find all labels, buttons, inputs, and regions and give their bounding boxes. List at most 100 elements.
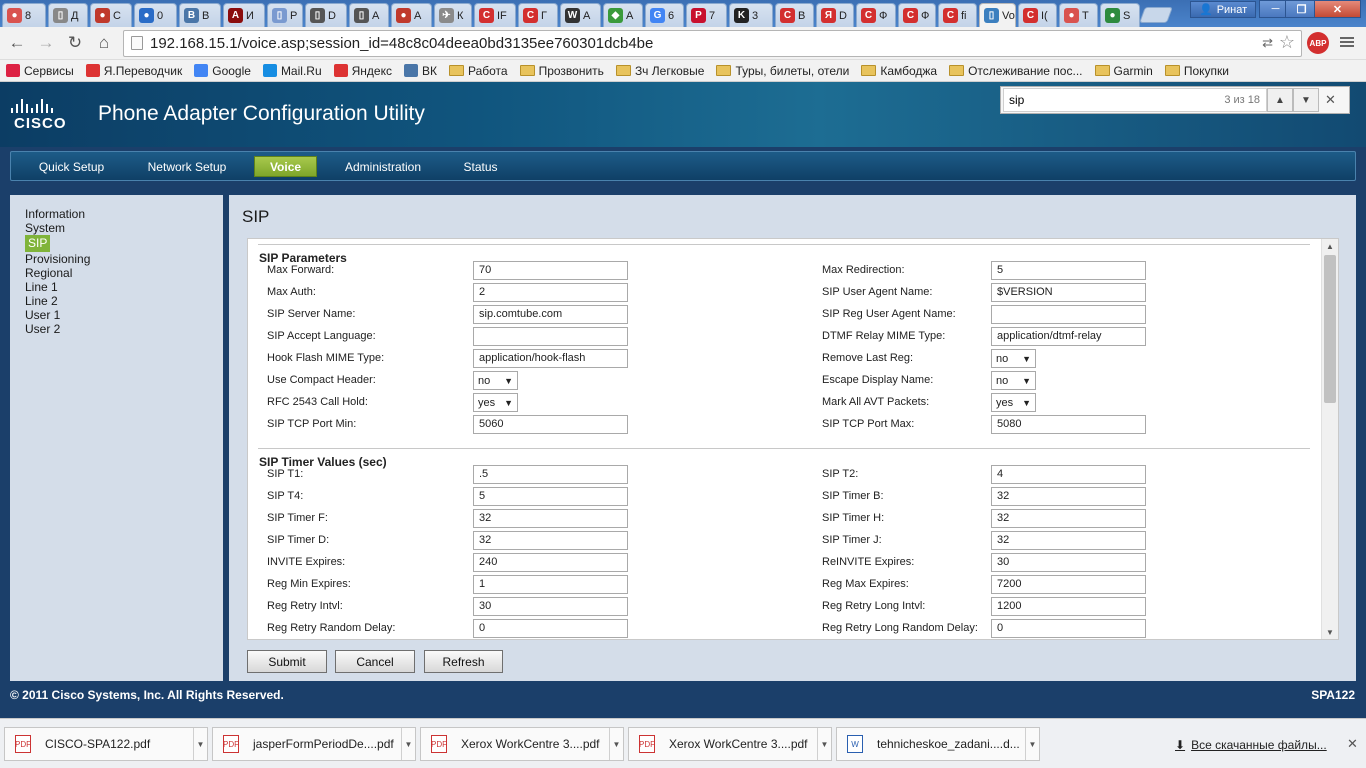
bookmark-item[interactable]: Покупки [1164, 64, 1229, 78]
download-item[interactable]: PDF Xerox WorkCentre 3....pdf ▼ [628, 727, 832, 761]
close-window-button[interactable]: ✕ [1314, 0, 1361, 18]
translate-icon[interactable]: ⇄ [1262, 35, 1273, 51]
chevron-down-icon[interactable]: ▼ [1025, 728, 1039, 760]
field-input[interactable]: 2 [473, 283, 628, 302]
bookmark-item[interactable]: Mail.Ru [262, 64, 322, 78]
browser-tab[interactable]: ▯ Р [267, 3, 303, 27]
chevron-down-icon[interactable]: ▼ [609, 728, 623, 760]
scroll-thumb[interactable] [1324, 255, 1336, 403]
nav-network-setup[interactable]: Network Setup [139, 156, 235, 177]
field-input[interactable]: application/dtmf-relay [991, 327, 1146, 346]
browser-tab[interactable]: ✈ К [434, 3, 472, 27]
field-input[interactable]: 32 [991, 509, 1146, 528]
nav-quick-setup[interactable]: Quick Setup [29, 156, 114, 177]
bookmark-item[interactable]: ВК [403, 64, 437, 78]
forward-arrow-icon[interactable]: → [34, 32, 58, 54]
field-input[interactable]: 32 [991, 487, 1146, 506]
field-input[interactable]: 4 [991, 465, 1146, 484]
field-select[interactable]: yes ▼ [991, 393, 1036, 412]
sidebar-item-line-2[interactable]: Line 2 [25, 294, 223, 308]
field-input[interactable]: application/hook-flash [473, 349, 628, 368]
browser-tab[interactable]: ▯Vo✕ [979, 3, 1016, 27]
sidebar-item-system[interactable]: System [25, 221, 223, 235]
field-input[interactable]: 30 [473, 597, 628, 616]
bookmark-item[interactable]: Я.Переводчик [85, 64, 182, 78]
sidebar-item-sip[interactable]: SIP [25, 235, 51, 252]
scroll-up-icon[interactable]: ▲ [1322, 239, 1338, 253]
field-input[interactable] [991, 305, 1146, 324]
browser-tab[interactable]: ● S [1100, 3, 1140, 27]
sidebar-item-line-1[interactable]: Line 1 [25, 280, 223, 294]
browser-tab[interactable]: ◆ А [603, 3, 643, 27]
new-tab-button[interactable] [1139, 7, 1173, 23]
browser-tab[interactable]: ▯ D [305, 3, 347, 27]
browser-tab[interactable]: BВ [179, 3, 221, 27]
nav-administration[interactable]: Administration [335, 156, 431, 177]
field-input[interactable]: 0 [473, 619, 628, 638]
close-icon[interactable]: ✕ [1347, 736, 1358, 752]
field-select[interactable]: yes ▼ [473, 393, 518, 412]
field-input[interactable]: .5 [473, 465, 628, 484]
sidebar-item-user-2[interactable]: User 2 [25, 322, 223, 336]
browser-tab[interactable]: ● 8 [2, 3, 46, 27]
bookmark-item[interactable]: Работа [448, 64, 508, 78]
browser-tab[interactable]: ● С [90, 3, 132, 27]
bookmark-item[interactable]: Google [194, 64, 251, 78]
field-input[interactable]: 5060 [473, 415, 628, 434]
field-input[interactable] [473, 327, 628, 346]
adblock-icon[interactable]: ABP [1307, 32, 1329, 54]
download-item[interactable]: PDF Xerox WorkCentre 3....pdf ▼ [420, 727, 624, 761]
profile-badge[interactable]: 👤 Ринат [1190, 1, 1257, 18]
nav-voice[interactable]: Voice [254, 156, 317, 177]
submit-button[interactable]: Submit [247, 650, 327, 673]
bookmark-item[interactable]: Прозвонить [519, 64, 604, 78]
bookmark-item[interactable]: Яндекс [333, 64, 392, 78]
sidebar-item-user-1[interactable]: User 1 [25, 308, 223, 322]
browser-tab[interactable]: WА [560, 3, 601, 27]
field-input[interactable]: 70 [473, 261, 628, 280]
field-input[interactable]: 5 [473, 487, 628, 506]
field-input[interactable]: 30 [991, 553, 1146, 572]
field-select[interactable]: no ▼ [991, 349, 1036, 368]
browser-tab[interactable]: P7 [686, 3, 727, 27]
field-input[interactable]: 32 [473, 509, 628, 528]
home-icon[interactable]: ⌂ [92, 32, 116, 54]
download-item[interactable]: PDF CISCO-SPA122.pdf ▼ [4, 727, 208, 761]
download-item[interactable]: Wtehnicheskoe_zadani....d... ▼ [836, 727, 1040, 761]
scrollbar[interactable]: ▲ ▼ [1321, 239, 1338, 639]
field-input[interactable]: 32 [473, 531, 628, 550]
sidebar-item-information[interactable]: Information [25, 207, 223, 221]
bookmark-item[interactable]: Зч Легковые [615, 64, 704, 78]
browser-tab[interactable]: AИ [223, 3, 265, 27]
bookmark-star-icon[interactable]: ☆ [1279, 32, 1295, 53]
browser-tab[interactable]: ▯ А [349, 3, 389, 27]
browser-tab[interactable]: ● А [391, 3, 432, 27]
sidebar-item-provisioning[interactable]: Provisioning [25, 252, 223, 266]
chevron-down-icon[interactable]: ▼ [193, 728, 207, 760]
browser-tab[interactable]: G6 [645, 3, 684, 27]
find-previous-button[interactable]: ▲ [1267, 88, 1293, 112]
browser-tab[interactable]: CГ [518, 3, 558, 27]
browser-tab[interactable]: ● 0 [134, 3, 177, 27]
browser-tab[interactable]: Cfi [938, 3, 977, 27]
refresh-button[interactable]: Refresh [424, 650, 503, 673]
show-all-downloads-link[interactable]: ⬇ Все скачанные файлы... [1175, 738, 1327, 752]
browser-tab[interactable]: CФ [856, 3, 896, 27]
bookmark-item[interactable]: Туры, билеты, отели [716, 64, 849, 78]
bookmark-item[interactable]: Сервисы [6, 64, 74, 78]
find-next-button[interactable]: ▼ [1293, 88, 1319, 112]
chevron-down-icon[interactable]: ▼ [401, 728, 415, 760]
browser-tab[interactable]: CФ [898, 3, 936, 27]
field-input[interactable]: 1 [473, 575, 628, 594]
browser-tab[interactable]: C IF [474, 3, 516, 27]
browser-tab[interactable]: C I( [1018, 3, 1057, 27]
find-input[interactable]: sip 3 из 18 [1003, 88, 1267, 112]
field-input[interactable]: 0 [991, 619, 1146, 638]
bookmark-item[interactable]: Garmin [1094, 64, 1153, 78]
bookmark-item[interactable]: Отслеживание пос... [949, 64, 1083, 78]
back-arrow-icon[interactable]: ← [5, 32, 29, 54]
browser-tab[interactable]: ЯD [816, 3, 854, 27]
field-select[interactable]: no ▼ [991, 371, 1036, 390]
scroll-down-icon[interactable]: ▼ [1322, 625, 1338, 639]
download-item[interactable]: PDF jasperFormPeriodDe....pdf ▼ [212, 727, 416, 761]
